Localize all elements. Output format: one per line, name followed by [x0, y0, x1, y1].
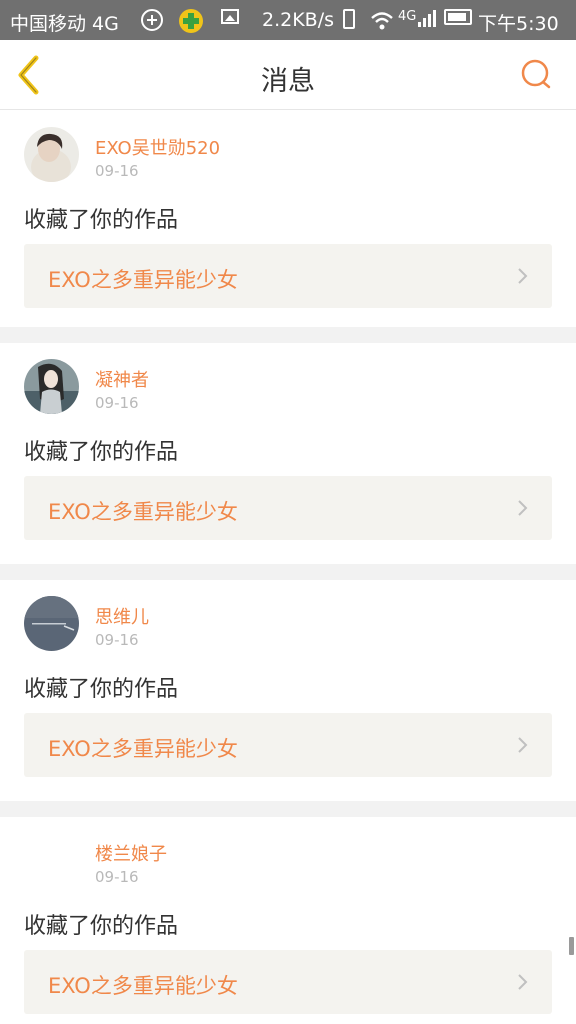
divider: [0, 327, 576, 343]
message-date: 09-16: [95, 868, 139, 886]
network-type: 4G: [398, 9, 417, 24]
app-notification-icon: [179, 9, 203, 33]
chevron-right-icon: [518, 268, 528, 284]
carrier-label: 中国移动 4G: [10, 13, 119, 35]
image-notification-icon: [221, 9, 239, 24]
message-item: 楼兰娘子 09-16 收藏了你的作品 EXO之多重异能少女: [0, 817, 576, 1024]
search-button[interactable]: [518, 57, 554, 93]
user-name[interactable]: 凝神者: [95, 366, 149, 392]
work-link[interactable]: EXO之多重异能少女: [24, 713, 552, 777]
work-link[interactable]: EXO之多重异能少女: [24, 950, 552, 1014]
page-title: 消息: [261, 66, 315, 97]
message-date: 09-16: [95, 631, 139, 649]
search-icon: [521, 59, 551, 89]
work-title: EXO之多重异能少女: [48, 737, 238, 761]
user-name[interactable]: 思维儿: [95, 603, 149, 629]
message-action: 收藏了你的作品: [24, 440, 179, 465]
avatar[interactable]: [24, 359, 79, 414]
message-action: 收藏了你的作品: [24, 208, 179, 233]
user-name[interactable]: 楼兰娘子: [95, 840, 167, 866]
user-name[interactable]: EXO吴世勋520: [95, 134, 220, 160]
scrollbar[interactable]: [569, 937, 574, 955]
message-action: 收藏了你的作品: [24, 914, 179, 939]
work-title: EXO之多重异能少女: [48, 268, 238, 292]
message-item: 思维儿 09-16 收藏了你的作品 EXO之多重异能少女: [0, 580, 576, 801]
network-speed: 2.2KB/s: [262, 9, 335, 31]
work-title: EXO之多重异能少女: [48, 974, 238, 998]
avatar[interactable]: [24, 127, 79, 182]
work-link[interactable]: EXO之多重异能少女: [24, 244, 552, 308]
signal-icon: [418, 9, 440, 27]
chevron-right-icon: [518, 974, 528, 990]
chevron-right-icon: [518, 737, 528, 753]
battery-icon: [444, 9, 472, 25]
nav-bar: 消息: [0, 40, 576, 110]
chevron-right-icon: [518, 500, 528, 516]
message-date: 09-16: [95, 394, 139, 412]
wifi-icon: [371, 12, 393, 30]
avatar[interactable]: [24, 833, 79, 888]
work-title: EXO之多重异能少女: [48, 500, 238, 524]
divider: [0, 564, 576, 580]
avatar[interactable]: [24, 596, 79, 651]
work-link[interactable]: EXO之多重异能少女: [24, 476, 552, 540]
add-circle-icon: [141, 9, 163, 31]
status-bar: 中国移动 4G 2.2KB/s 4G 下午5:30: [0, 0, 576, 40]
vibrate-icon: [343, 9, 355, 29]
message-item: 凝神者 09-16 收藏了你的作品 EXO之多重异能少女: [0, 343, 576, 564]
message-date: 09-16: [95, 162, 139, 180]
message-action: 收藏了你的作品: [24, 677, 179, 702]
message-item: EXO吴世勋520 09-16 收藏了你的作品 EXO之多重异能少女: [0, 111, 576, 332]
divider: [0, 801, 576, 817]
clock: 下午5:30: [478, 13, 559, 35]
